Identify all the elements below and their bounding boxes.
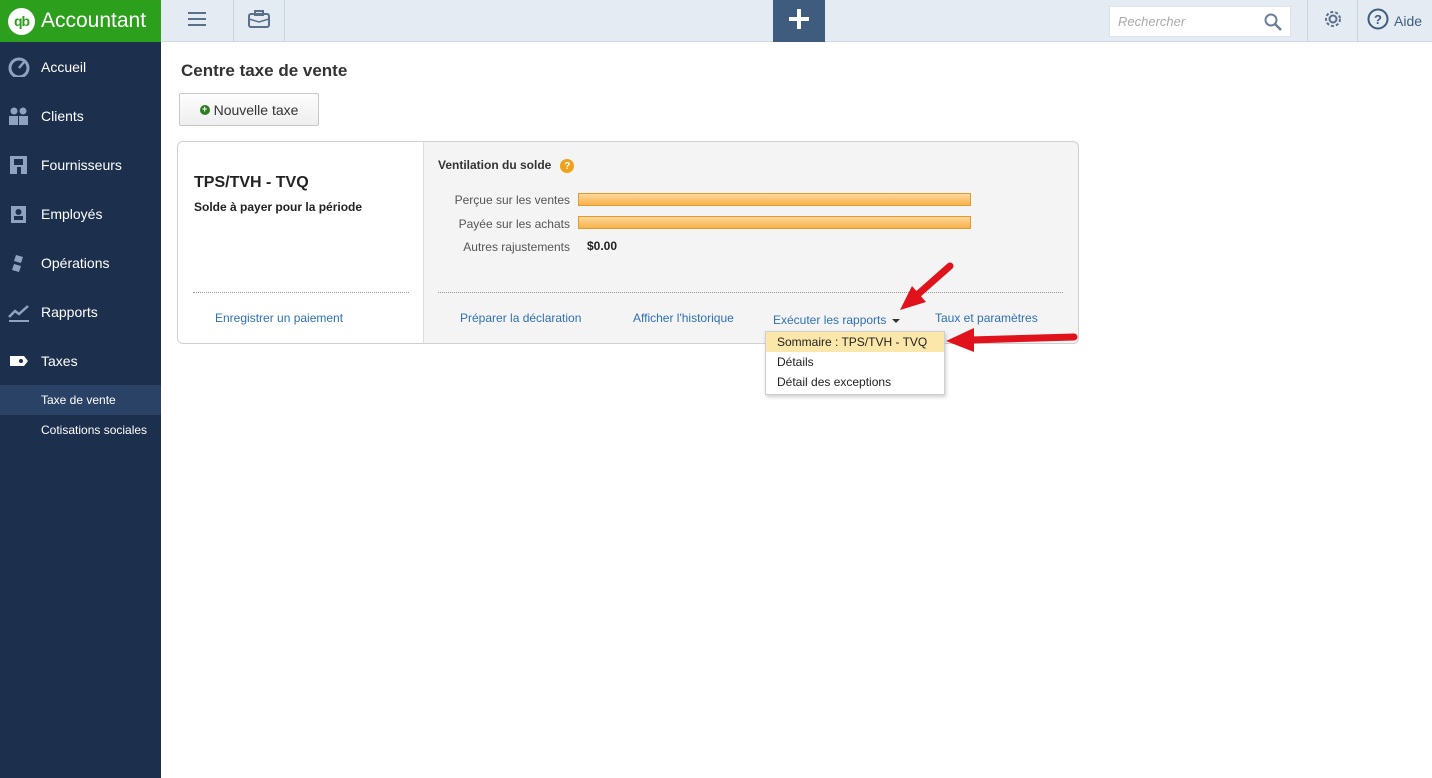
menu-toggle-button[interactable]	[161, 0, 233, 42]
new-tax-label: Nouvelle taxe	[213, 101, 299, 118]
menu-item-details[interactable]: Détails	[766, 352, 944, 372]
collected-on-sales-bar	[578, 193, 971, 206]
caret-down-icon	[892, 318, 901, 323]
annotation-arrow-icon	[900, 262, 954, 310]
toolbar-divider	[284, 0, 285, 42]
paid-on-purchases-bar	[578, 216, 971, 229]
sidebar-subitem-taxe-de-vente[interactable]: Taxe de vente	[0, 385, 161, 415]
customers-icon	[8, 106, 30, 126]
settings-button[interactable]	[1308, 0, 1357, 42]
reports-icon	[8, 302, 30, 322]
dashboard-icon	[8, 57, 30, 77]
svg-text:?: ?	[1374, 12, 1382, 27]
taxes-icon	[8, 351, 30, 371]
new-tax-button[interactable]: + Nouvelle taxe	[179, 93, 319, 126]
run-reports-label: Exécuter les rapports	[773, 313, 887, 327]
prepare-return-link[interactable]: Préparer la déclaration	[460, 311, 581, 325]
paid-on-purchases-label: Payée sur les achats	[458, 217, 570, 231]
sidebar-item-label: Rapports	[41, 303, 98, 320]
app-logo[interactable]: qb Accountant	[0, 0, 161, 42]
collected-on-sales-label: Perçue sur les ventes	[454, 193, 570, 207]
toolbar-divider	[1357, 0, 1358, 42]
run-reports-dropdown[interactable]: Exécuter les rapports	[773, 313, 901, 327]
plus-circle-icon: +	[199, 104, 210, 115]
sidebar-item-accueil[interactable]: Accueil	[0, 42, 161, 91]
sidebar-item-operations[interactable]: Opérations	[0, 238, 161, 287]
divider	[438, 292, 1063, 293]
other-adjustments-amount: $0.00	[587, 239, 618, 253]
help-tooltip-icon[interactable]: ?	[560, 159, 575, 173]
record-payment-link[interactable]: Enregistrer un paiement	[215, 311, 343, 325]
sidebar-item-label: Employés	[41, 205, 103, 222]
view-history-link[interactable]: Afficher l'historique	[633, 311, 734, 325]
sidebar-item-label: Clients	[41, 107, 84, 124]
sidebar-item-taxes[interactable]: Taxes	[0, 336, 161, 385]
quickbooks-logo-icon: qb	[8, 7, 35, 35]
annotation-arrow-icon	[946, 328, 1078, 352]
briefcase-icon	[248, 9, 270, 33]
tax-agency-name: TPS/TVH - TVQ	[194, 174, 309, 191]
sidebar-item-label: Fournisseurs	[41, 156, 122, 173]
sidebar-item-label: Opérations	[41, 254, 110, 271]
other-adjustments-label: Autres rajustements	[463, 240, 570, 254]
sidebar-item-label: Taxes	[41, 352, 78, 369]
sidebar-subitem-cotisations-sociales[interactable]: Cotisations sociales	[0, 415, 161, 445]
tax-summary-panel: TPS/TVH - TVQ Solde à payer pour la péri…	[178, 142, 424, 343]
plus-icon	[788, 8, 810, 35]
breakdown-title-text: Ventilation du solde	[438, 158, 552, 172]
sidebar-item-fournisseurs[interactable]: Fournisseurs	[0, 140, 161, 189]
menu-item-summary[interactable]: Sommaire : TPS/TVH - TVQ	[766, 332, 944, 352]
sidebar-item-clients[interactable]: Clients	[0, 91, 161, 140]
employees-icon	[8, 204, 30, 224]
balance-due-label: Solde à payer pour la période	[194, 200, 363, 214]
breakdown-title: Ventilation du solde ?	[438, 157, 575, 173]
hamburger-menu-icon	[188, 11, 206, 31]
search-input[interactable]	[1118, 14, 1258, 29]
help-label: Aide	[1394, 13, 1423, 29]
sidebar-item-rapports[interactable]: Rapports	[0, 287, 161, 336]
create-new-button[interactable]	[773, 0, 825, 42]
gear-icon	[1322, 8, 1344, 35]
app-name: Accountant	[41, 9, 147, 32]
sidebar-item-label: Accueil	[41, 58, 87, 75]
search-icon[interactable]	[1264, 13, 1282, 36]
help-button[interactable]: ? Aide	[1367, 0, 1432, 42]
divider	[193, 292, 409, 293]
top-bar: ? Aide	[161, 0, 1432, 42]
vendors-icon	[8, 155, 30, 175]
run-reports-menu: Sommaire : TPS/TVH - TVQ Détails Détail …	[765, 331, 945, 395]
sidebar-item-employes[interactable]: Employés	[0, 189, 161, 238]
page-title: Centre taxe de vente	[181, 61, 348, 80]
help-icon: ?	[1367, 8, 1389, 35]
search-box	[1109, 6, 1291, 37]
transactions-icon	[8, 253, 30, 273]
client-list-button[interactable]	[234, 0, 284, 42]
menu-item-exceptions[interactable]: Détail des exceptions	[766, 372, 944, 392]
sidebar: qb Accountant Accueil Clients Fournisseu…	[0, 0, 161, 778]
